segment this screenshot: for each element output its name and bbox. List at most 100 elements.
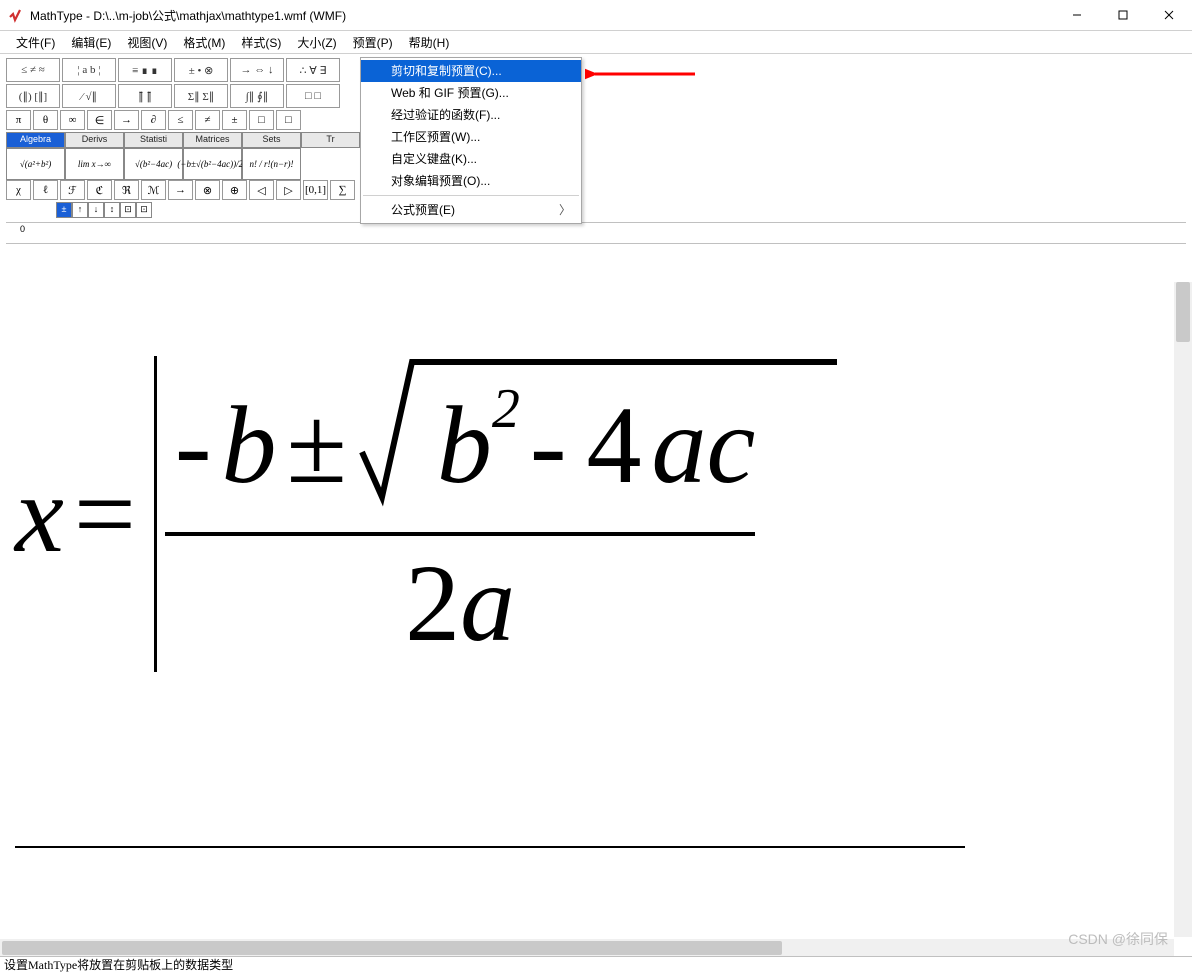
palette-frac-rad[interactable]: ⁄ √∥ xyxy=(62,84,116,108)
palette-embellish[interactable]: ≡ ∎ ∎ xyxy=(118,58,172,82)
greek-M[interactable]: ℳ xyxy=(141,180,166,200)
greek-oplus[interactable]: ⊕ xyxy=(222,180,247,200)
menu-preset[interactable]: 预置(P) xyxy=(345,32,401,53)
sym-box1[interactable]: □ xyxy=(249,110,274,130)
menu-file[interactable]: 文件(F) xyxy=(8,32,63,53)
editor-canvas[interactable]: x = - b ± b 2 - 4 a c xyxy=(0,246,1192,906)
greek-ltri[interactable]: ◁ xyxy=(249,180,274,200)
menu-edit[interactable]: 编辑(E) xyxy=(63,32,119,53)
rad-b: b xyxy=(437,382,492,509)
sym-le[interactable]: ≤ xyxy=(168,110,193,130)
palette-integrals[interactable]: ∫∥ ∮∥ xyxy=(230,84,284,108)
dd-verified-funcs[interactable]: 经过验证的函数(F)... xyxy=(361,104,581,126)
formula[interactable]: x = - b ± b 2 - 4 a c xyxy=(15,356,755,672)
app-icon xyxy=(8,7,24,23)
sym-box2[interactable]: □ xyxy=(276,110,301,130)
fraction-bar xyxy=(165,532,755,536)
vertical-scrollbar[interactable] xyxy=(1174,282,1192,937)
menu-view[interactable]: 视图(V) xyxy=(119,32,175,53)
menu-style[interactable]: 样式(S) xyxy=(233,32,289,53)
sym-ne[interactable]: ≠ xyxy=(195,110,220,130)
menu-format[interactable]: 格式(M) xyxy=(175,32,233,53)
greek-to[interactable]: → xyxy=(168,180,193,200)
baseline xyxy=(15,846,965,848)
annotation-arrow xyxy=(585,62,705,89)
bottom-tab-2[interactable]: ↑ xyxy=(72,202,88,218)
ruler-zero: 0 xyxy=(20,224,25,234)
vscroll-thumb[interactable] xyxy=(1176,282,1190,342)
sym-partial[interactable]: ∂ xyxy=(141,110,166,130)
rad-c: c xyxy=(707,382,756,509)
tab-sets[interactable]: Sets xyxy=(242,132,301,148)
palette-relations[interactable]: ≤ ≠ ≈ xyxy=(6,58,60,82)
sym-pi[interactable]: π xyxy=(6,110,31,130)
tab-trig[interactable]: Tr xyxy=(301,132,360,148)
greek-rtri[interactable]: ▷ xyxy=(276,180,301,200)
close-button[interactable] xyxy=(1146,0,1192,30)
tab-derivs[interactable]: Derivs xyxy=(65,132,124,148)
dd-web-gif-preset[interactable]: Web 和 GIF 预置(G)... xyxy=(361,82,581,104)
dd-custom-keyboard[interactable]: 自定义键盘(K)... xyxy=(361,148,581,170)
cursor xyxy=(154,356,157,672)
palette-logic[interactable]: ∴ ∀ ∃ xyxy=(286,58,340,82)
bottom-tab-6[interactable]: ⊡ xyxy=(136,202,152,218)
bottom-tab-4[interactable]: ↕ xyxy=(104,202,120,218)
palette-arrows[interactable]: → ⇔ ↓ xyxy=(230,58,284,82)
sym-theta[interactable]: θ xyxy=(33,110,58,130)
formula-equals: = xyxy=(64,451,146,578)
tab-algebra[interactable]: Algebra xyxy=(6,132,65,148)
bottom-tab-1[interactable]: ± xyxy=(56,202,72,218)
bottom-tab-3[interactable]: ↓ xyxy=(88,202,104,218)
dd-object-edit-preset[interactable]: 对象编辑预置(O)... xyxy=(361,170,581,192)
greek-chi[interactable]: χ xyxy=(6,180,31,200)
bottom-tab-5[interactable]: ⊡ xyxy=(120,202,136,218)
num-minus: - xyxy=(165,382,222,509)
palette-sums[interactable]: Σ∥ Σ∥ xyxy=(174,84,228,108)
palette-boxes[interactable]: □ □ xyxy=(286,84,340,108)
hscroll-thumb[interactable] xyxy=(2,941,782,955)
palette-bars[interactable]: ∥̄ ∥̄ xyxy=(118,84,172,108)
den-a: a xyxy=(460,540,515,667)
sym-pm[interactable]: ± xyxy=(222,110,247,130)
dd-formula-preset[interactable]: 公式预置(E) 〉 xyxy=(361,199,581,221)
sym-inf[interactable]: ∞ xyxy=(60,110,85,130)
dd-cut-copy-preset[interactable]: 剪切和复制预置(C)... xyxy=(361,60,581,82)
sym-arrow[interactable]: → xyxy=(114,110,139,130)
preset-dropdown: 剪切和复制预置(C)... Web 和 GIF 预置(G)... 经过验证的函数… xyxy=(360,57,582,224)
tab-matrices[interactable]: Matrices xyxy=(183,132,242,148)
tab-stats[interactable]: Statisti xyxy=(124,132,183,148)
greek-otimes[interactable]: ⊗ xyxy=(195,180,220,200)
greek-interval[interactable]: [0,1] xyxy=(303,180,328,200)
greek-sum[interactable]: ∑ xyxy=(330,180,355,200)
minimize-button[interactable] xyxy=(1054,0,1100,30)
rad-minus: - xyxy=(520,382,577,509)
dd-separator xyxy=(363,195,579,196)
sym-in[interactable]: ∈ xyxy=(87,110,112,130)
den-2: 2 xyxy=(405,540,460,667)
palette-fences[interactable]: (∥) [∥] xyxy=(6,84,60,108)
rad-4: 4 xyxy=(577,382,652,509)
greek-l[interactable]: ℓ xyxy=(33,180,58,200)
menu-help[interactable]: 帮助(H) xyxy=(401,32,458,53)
greek-F[interactable]: ℱ xyxy=(60,180,85,200)
titlebar: MathType - D:\..\m-job\公式\mathjax\mathty… xyxy=(0,0,1192,31)
rad-exp: 2 xyxy=(492,377,520,441)
watermark: CSDN @徐同保 xyxy=(1068,929,1168,949)
tpl-combi[interactable]: n! / r!(n−r)! xyxy=(242,148,301,180)
maximize-button[interactable] xyxy=(1100,0,1146,30)
tpl-limit[interactable]: lim x→∞ xyxy=(65,148,124,180)
tpl-discrim[interactable]: √(b²−4ac) xyxy=(124,148,183,180)
palette-operators[interactable]: ± • ⊗ xyxy=(174,58,228,82)
status-bar: 设置MathType将放置在剪贴板上的数据类型 xyxy=(0,956,1192,975)
ruler: 0 xyxy=(6,222,1186,244)
dd-workspace-preset[interactable]: 工作区预置(W)... xyxy=(361,126,581,148)
horizontal-scrollbar[interactable] xyxy=(0,939,1174,957)
rad-a: a xyxy=(652,382,707,509)
menu-size[interactable]: 大小(Z) xyxy=(289,32,344,53)
greek-C[interactable]: ℭ xyxy=(87,180,112,200)
tpl-pythag[interactable]: √(a²+b²) xyxy=(6,148,65,180)
palette-spaces[interactable]: ¦ a b ¦ xyxy=(62,58,116,82)
tpl-quad[interactable]: (−b±√(b²−4ac))/2a xyxy=(183,148,242,180)
greek-R[interactable]: ℜ xyxy=(114,180,139,200)
formula-x: x xyxy=(15,451,64,578)
